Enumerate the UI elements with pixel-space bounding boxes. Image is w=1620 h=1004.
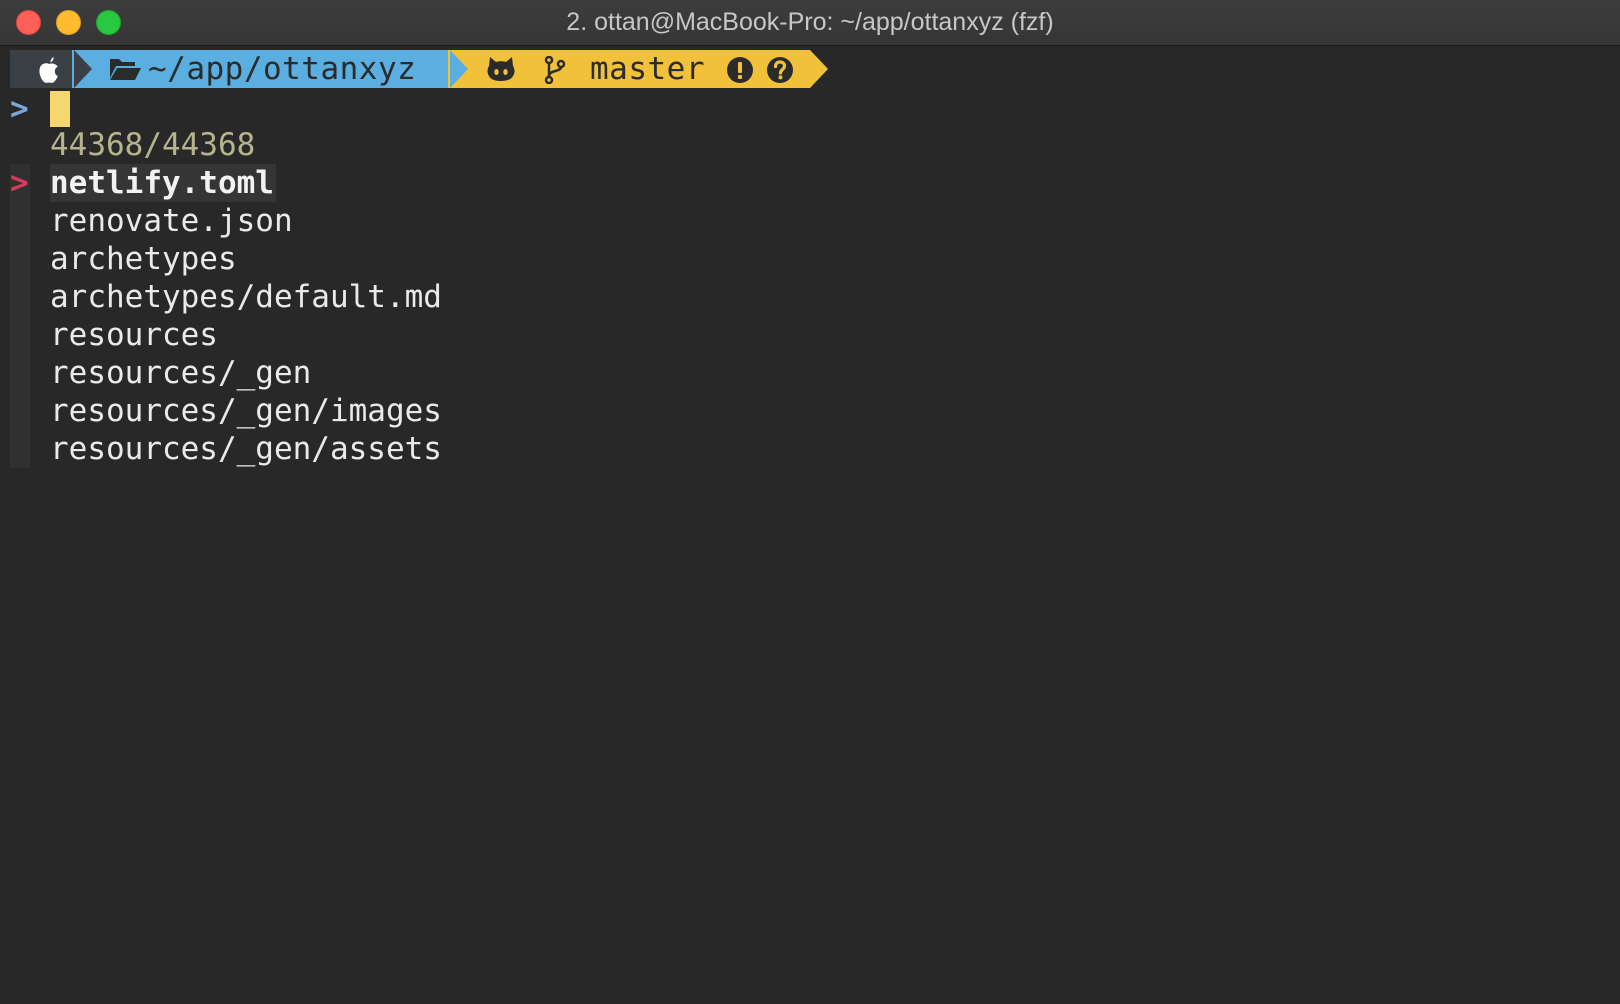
prompt-directory: ~/app/ottanxyz [148, 51, 417, 87]
result-row[interactable]: resources/_gen/assets [0, 430, 1620, 468]
title-bar[interactable]: 2. ottan@MacBook-Pro: ~/app/ottanxyz (fz… [0, 0, 1620, 46]
question-circle-icon [767, 57, 793, 83]
prompt-separator [450, 50, 468, 88]
fzf-query-line[interactable]: > [0, 90, 1620, 128]
text-cursor [50, 91, 70, 127]
result-row[interactable]: archetypes/default.md [0, 278, 1620, 316]
selection-pointer: > [10, 165, 29, 201]
terminal-window: 2. ottan@MacBook-Pro: ~/app/ottanxyz (fz… [0, 0, 1620, 1004]
exclamation-circle-icon [727, 57, 753, 83]
prompt-git-segment: master [448, 50, 810, 88]
result-path: netlify.toml [50, 164, 276, 202]
window-title: 2. ottan@MacBook-Pro: ~/app/ottanxyz (fz… [566, 8, 1054, 36]
result-path: resources/_gen/assets [50, 431, 442, 467]
apple-icon [39, 57, 58, 83]
folder-open-icon [110, 59, 141, 80]
prompt-separator [74, 50, 92, 88]
prompt-separator [810, 50, 828, 88]
result-path: resources/_gen [50, 355, 312, 391]
result-row[interactable]: resources/_gen [0, 354, 1620, 392]
fzf-prompt-symbol: > [10, 91, 29, 127]
prompt-git-branch: master [590, 51, 705, 87]
fzf-match-count: 44368/44368 [50, 127, 256, 163]
result-path: archetypes [50, 241, 237, 277]
git-branch-icon [544, 56, 566, 84]
prompt-directory-segment: ~/app/ottanxyz [72, 50, 450, 88]
result-row[interactable]: archetypes [0, 240, 1620, 278]
result-path: resources/_gen/images [50, 393, 442, 429]
result-row[interactable]: resources/_gen/images [0, 392, 1620, 430]
prompt-os-segment [10, 50, 74, 88]
github-octocat-icon [487, 57, 515, 81]
result-path: resources [50, 317, 218, 353]
result-row[interactable]: resources [0, 316, 1620, 354]
result-path: archetypes/default.md [50, 279, 442, 315]
result-path: renovate.json [50, 203, 293, 239]
result-row[interactable]: renovate.json [0, 202, 1620, 240]
result-row[interactable]: > netlify.toml [0, 164, 1620, 202]
fzf-results-list[interactable]: > netlify.toml renovate.json archetypes arch… [0, 164, 1620, 468]
